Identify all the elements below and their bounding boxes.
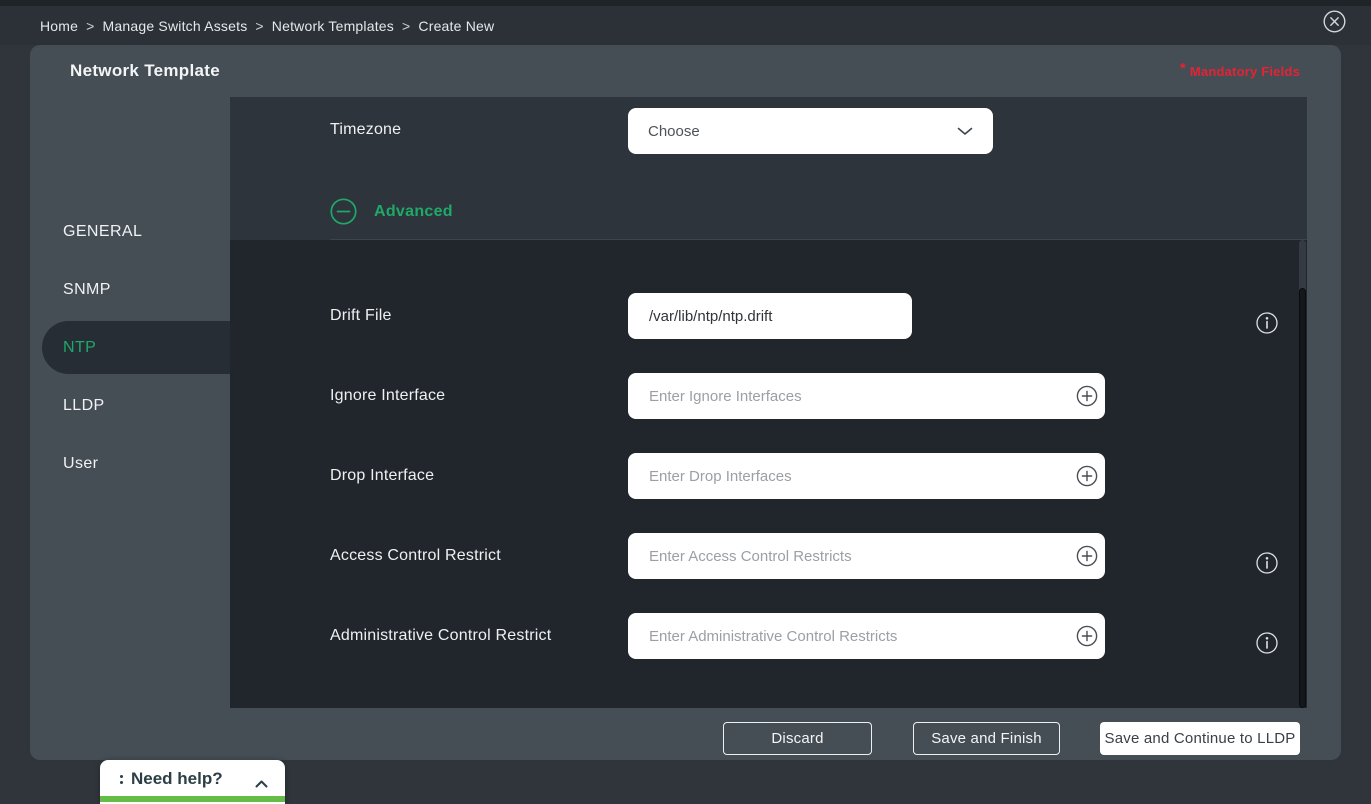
save-and-finish-button[interactable]: Save and Finish [913,722,1060,755]
scrollbar-thumb[interactable] [1299,288,1306,708]
ntp-form-top: Timezone Choose Advanced [230,97,1307,240]
sidebar-item-user[interactable]: User [30,435,230,493]
mandatory-asterisk: * [1180,60,1186,77]
help-green-strip [100,796,285,802]
mandatory-fields-note: * Mandatory Fields [1180,45,1300,97]
help-dots-icon [120,775,123,789]
breadcrumb-home[interactable]: Home [40,18,78,34]
administrative-control-restrict-input[interactable] [628,613,1105,659]
need-help-label: Need help? [131,769,223,789]
breadcrumb: Home > Manage Switch Assets > Network Te… [40,6,494,45]
sidebar-item-general[interactable]: GENERAL [30,203,230,261]
ignore-interface-row: Ignore Interface [230,373,1307,419]
page-title: Network Template [70,45,220,97]
drift-file-input[interactable] [628,293,912,339]
administrative-control-restrict-row: Administrative Control Restrict [230,613,1307,659]
ignore-interface-input[interactable] [628,373,1105,419]
add-ignore-interface-icon[interactable] [1076,385,1098,407]
administrative-control-restrict-label: Administrative Control Restrict [330,613,551,659]
breadcrumb-separator: > [402,18,410,34]
breadcrumb-separator: > [255,18,263,34]
breadcrumb-bar: Home > Manage Switch Assets > Network Te… [0,6,1371,45]
chevron-down-icon [957,127,973,136]
breadcrumb-separator: > [86,18,94,34]
info-icon[interactable] [1256,312,1278,334]
sidebar-item-lldp[interactable]: LLDP [30,377,230,435]
access-control-restrict-label: Access Control Restrict [330,533,501,579]
breadcrumb-network-templates[interactable]: Network Templates [272,18,394,34]
add-administrative-control-restrict-icon[interactable] [1076,625,1098,647]
discard-button[interactable]: Discard [723,722,872,755]
advanced-panel: Drift File Ignore Interface [230,240,1307,708]
timezone-label: Timezone [330,121,401,139]
save-and-continue-to-lldp-button[interactable]: Save and Continue to LLDP [1100,722,1300,755]
network-template-dialog: Network Template * Mandatory Fields GENE… [30,45,1341,760]
access-control-restrict-row: Access Control Restrict [230,533,1307,579]
drop-interface-label: Drop Interface [330,453,434,499]
access-control-restrict-input[interactable] [628,533,1105,579]
info-icon[interactable] [1256,552,1278,574]
add-drop-interface-icon[interactable] [1076,465,1098,487]
drop-interface-row: Drop Interface [230,453,1307,499]
breadcrumb-create-new: Create New [418,18,494,34]
ignore-interface-label: Ignore Interface [330,373,445,419]
timezone-select[interactable]: Choose [628,108,993,154]
advanced-label: Advanced [374,203,453,221]
need-help-widget[interactable]: Need help? [100,760,285,804]
dialog-header: Network Template * Mandatory Fields [30,45,1341,97]
timezone-value: Choose [648,123,957,140]
close-icon[interactable] [1323,10,1346,33]
sidebar-item-ntp[interactable]: NTP [42,321,230,374]
drift-file-label: Drift File [330,293,392,339]
info-icon[interactable] [1256,632,1278,654]
mandatory-label: Mandatory Fields [1190,64,1300,79]
collapse-minus-icon [330,198,357,225]
chevron-up-icon [255,775,268,793]
advanced-toggle[interactable]: Advanced [330,198,453,225]
breadcrumb-manage-switch-assets[interactable]: Manage Switch Assets [103,18,248,34]
sidebar-item-snmp[interactable]: SNMP [30,261,230,319]
drift-file-row: Drift File [230,293,1307,339]
section-sidebar: GENERAL SNMP NTP LLDP User [30,97,230,760]
add-access-control-restrict-icon[interactable] [1076,545,1098,567]
drop-interface-input[interactable] [628,453,1105,499]
